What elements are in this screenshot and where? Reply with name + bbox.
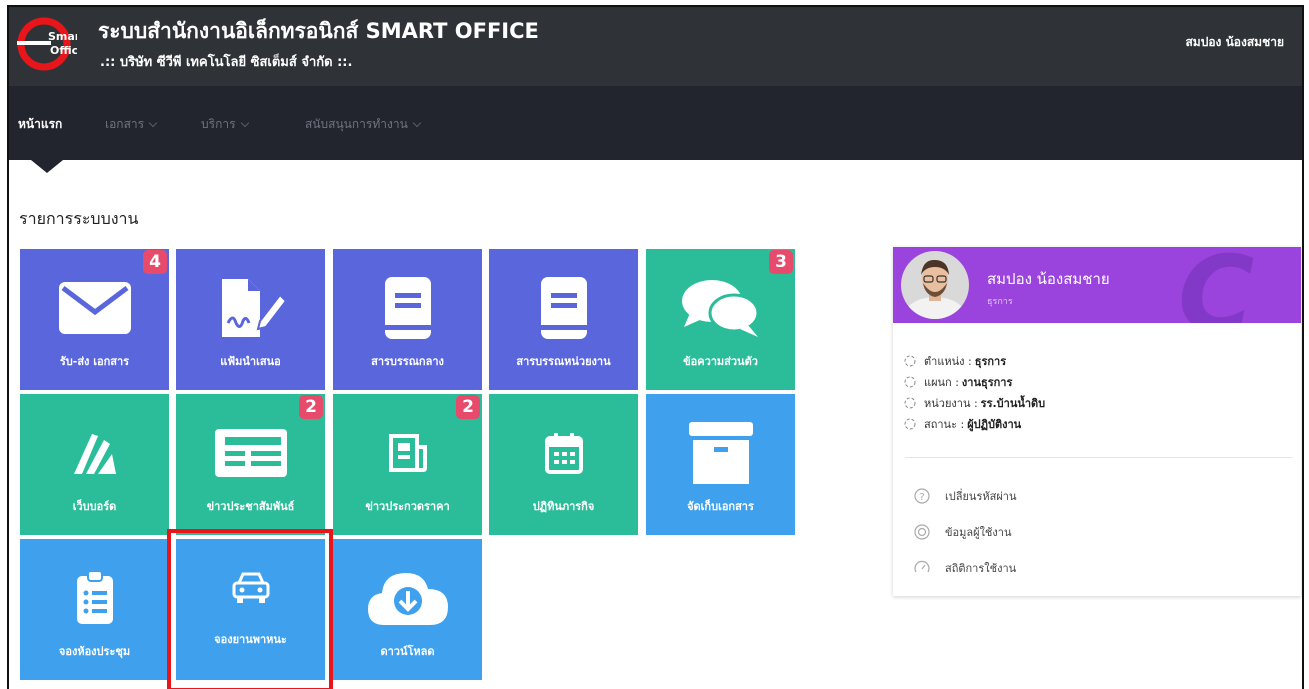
tile-label: ข่าวประชาสัมพันธ์ (206, 500, 295, 513)
active-nav-pointer (31, 160, 63, 173)
tile-label: ข้อความส่วนตัว (683, 355, 758, 368)
menu-label: เปลี่ยนรหัสผ่าน (945, 490, 1017, 503)
smart-office-logo[interactable]: Smart Office (17, 17, 86, 71)
card-divider (905, 457, 1293, 458)
envelope-icon (20, 277, 169, 339)
tile-label: รับ-ส่ง เอกสาร (59, 355, 130, 368)
clipboard-list-icon (20, 567, 169, 629)
calendar-icon (489, 422, 638, 484)
nav-services[interactable]: บริการ (201, 115, 249, 134)
notification-badge: 2 (456, 395, 480, 419)
newspaper-small-icon (333, 422, 482, 484)
notification-badge: 4 (143, 250, 167, 274)
lifebuoy-icon (914, 524, 930, 540)
avatar (901, 251, 969, 319)
info-unit: หน่วยงาน : รร.บ้านน้ำดิบ (903, 394, 1045, 412)
tile-label: จัดเก็บเอกสาร (687, 500, 754, 513)
vehicle-booking-highlight (167, 529, 333, 689)
tile-bidding-news[interactable]: ข่าวประกวดราคา 2 (333, 394, 482, 535)
tile-webboard[interactable]: เว็บบอร์ด (20, 394, 169, 535)
book-icon (333, 277, 482, 339)
app-title: ระบบสำนักงานอิเล็กทรอนิกส์ SMART OFFICE (98, 19, 539, 43)
tile-download[interactable]: ดาวน์โหลด (333, 539, 482, 680)
tile-private-messages[interactable]: ข้อความส่วนตัว 3 (646, 249, 795, 390)
chevron-down-icon (412, 118, 422, 127)
tile-meeting-room-booking[interactable]: จองห้องประชุม (20, 539, 169, 680)
gauge-icon (914, 560, 930, 573)
tile-document-archive[interactable]: จัดเก็บเอกสาร (646, 394, 795, 535)
tile-send-receive-documents[interactable]: รับ-ส่ง เอกสาร 4 (20, 249, 169, 390)
tile-presentation-folder[interactable]: แฟ้มนำเสนอ (176, 249, 325, 390)
menu-usage-stats[interactable]: สถิติการใช้งาน (913, 559, 1016, 577)
company-name: .:: บริษัท ซีวีพี เทคโนโลยี ซิสเต็มส์ จำ… (100, 55, 353, 70)
nav-work-support-label: สนับสนุนการทำงาน (305, 117, 408, 131)
header-user-name[interactable]: สมปอง น้องสมชาย (1185, 33, 1284, 52)
tile-label: เว็บบอร์ด (72, 500, 117, 513)
tile-label: ข่าวประกวดราคา (365, 500, 450, 513)
chevron-down-icon (240, 118, 249, 127)
menu-user-info[interactable]: ข้อมูลผู้ใช้งาน (913, 523, 1011, 541)
info-status: สถานะ : ผู้ปฏิบัติงาน (903, 415, 1021, 433)
question-circle-icon: ? (914, 488, 930, 504)
menu-label: สถิติการใช้งาน (945, 562, 1017, 575)
profile-card: C สมปอง น้องสมชาย ธุรการ ตำแหน่ง : ธุรกา… (893, 247, 1301, 596)
tile-label: ดาวน์โหลด (380, 645, 435, 658)
chevron-down-icon (148, 118, 158, 127)
spinner-icon (904, 376, 916, 388)
tile-label: แฟ้มนำเสนอ (220, 355, 281, 368)
menu-change-password[interactable]: ? เปลี่ยนรหัสผ่าน (913, 487, 1016, 505)
nav-documents[interactable]: เอกสาร (105, 115, 158, 134)
tile-mission-calendar[interactable]: ปฏิทินภารกิจ (489, 394, 638, 535)
info-position: ตำแหน่ง : ธุรการ (903, 352, 1006, 370)
tile-public-relations-news[interactable]: ข่าวประชาสัมพันธ์ 2 (176, 394, 325, 535)
info-department: แผนก : งานธุรการ (903, 373, 1012, 391)
nav-services-label: บริการ (201, 117, 236, 131)
spinner-icon (904, 397, 916, 409)
newspaper-icon (176, 422, 325, 484)
svg-text:Office: Office (50, 44, 77, 57)
tile-central-correspondence[interactable]: สารบรรณกลาง (333, 249, 482, 390)
top-header: Smart Office ระบบสำนักงานอิเล็กทรอนิกส์ … (9, 7, 1302, 86)
menu-label: ข้อมูลผู้ใช้งาน (945, 526, 1012, 539)
section-title: รายการระบบงาน (19, 209, 139, 228)
profile-name: สมปอง น้องสมชาย (987, 270, 1110, 288)
decorative-letter: C (1178, 247, 1255, 323)
profile-role: ธุรการ (987, 297, 1013, 307)
spinner-icon (904, 355, 916, 367)
nav-work-support[interactable]: สนับสนุนการทำงาน (305, 115, 422, 134)
main-navbar: หน้าแรก เอกสาร บริการ สนับสนุนการทำงาน (9, 86, 1302, 160)
cloud-download-icon (333, 567, 482, 629)
tile-label: ปฏิทินภารกิจ (532, 500, 595, 513)
nav-home[interactable]: หน้าแรก (18, 115, 62, 134)
notification-badge: 2 (299, 395, 323, 419)
tile-label: สารบรรณกลาง (371, 355, 444, 368)
app-frame: Smart Office ระบบสำนักงานอิเล็กทรอนิกส์ … (7, 5, 1304, 689)
notification-badge: 3 (769, 250, 793, 274)
nav-documents-label: เอกสาร (105, 117, 145, 131)
spinner-icon (904, 418, 916, 430)
archive-box-icon (646, 422, 795, 484)
svg-text:?: ? (919, 492, 924, 503)
tile-label: สารบรรณหน่วยงาน (516, 355, 611, 368)
webboard-icon (20, 422, 169, 484)
nav-home-label: หน้าแรก (18, 117, 63, 131)
tile-label: จองห้องประชุม (58, 645, 131, 658)
book-icon (489, 277, 638, 339)
svg-text:Smart: Smart (48, 30, 77, 43)
document-sign-icon (176, 277, 325, 339)
tile-unit-correspondence[interactable]: สารบรรณหน่วยงาน (489, 249, 638, 390)
profile-card-header: C สมปอง น้องสมชาย ธุรการ (893, 247, 1301, 323)
chat-bubbles-icon (646, 277, 795, 339)
